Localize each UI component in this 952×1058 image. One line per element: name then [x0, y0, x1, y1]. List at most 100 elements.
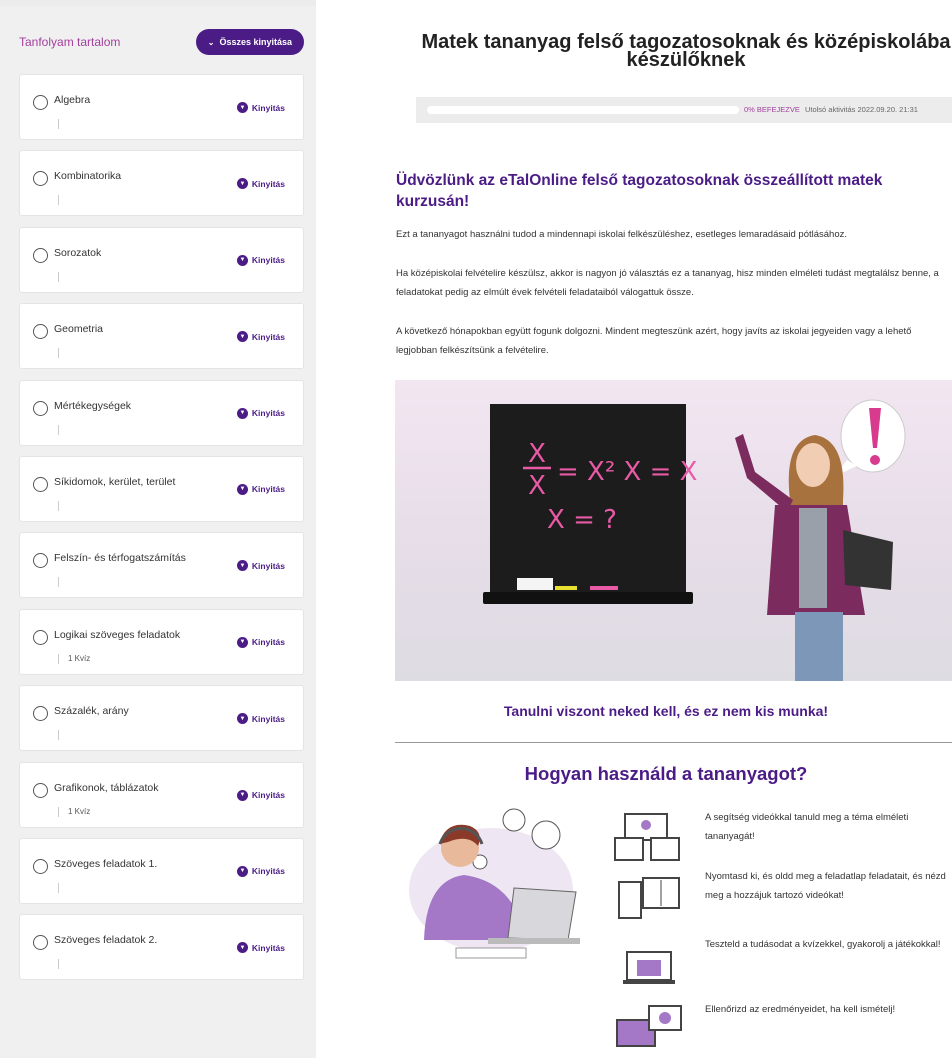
chalk-yellow [555, 586, 577, 590]
lesson-item[interactable]: Sorozatok ▼ Kinyitás [19, 226, 304, 293]
lesson-title[interactable]: Felszín- és térfogatszámítás [54, 552, 186, 564]
lesson-expand-label: Kinyitás [251, 331, 285, 342]
graduation-cap-icon [502, 808, 526, 832]
lesson-title[interactable]: Mértékegységek [54, 400, 131, 412]
lesson-meta [58, 119, 68, 129]
lesson-item[interactable]: Százalék, arány ▼ Kinyitás [19, 685, 304, 752]
lesson-expand-label: Kinyitás [251, 102, 285, 113]
lesson-status-radio[interactable] [33, 247, 48, 263]
sidebar-header: Tanfolyam tartalom ⌄ Összes kinyitása [0, 6, 316, 56]
expand-all-button[interactable]: ⌄ Összes kinyitása [195, 29, 304, 55]
lesson-status-radio[interactable] [33, 324, 48, 340]
lesson-expand-button[interactable]: ▼ Kinyitás [236, 102, 285, 113]
lesson-expand-button[interactable]: ▼ Kinyitás [236, 331, 285, 343]
page-title: Matek tananyag felső tagozatosoknak és k… [421, 31, 951, 71]
lesson-expand-button[interactable]: ▼ Kinyitás [236, 407, 285, 419]
lesson-expand-button[interactable]: ▼ Kinyitás [236, 713, 285, 725]
lesson-item[interactable]: Síkidomok, kerület, terület ▼ Kinyitás [19, 455, 304, 522]
lesson-title[interactable]: Szöveges feladatok 1. [54, 858, 157, 870]
howto-step: A segítség videókkal tanuld meg a téma e… [705, 812, 909, 842]
lesson-status-radio[interactable] [33, 706, 48, 722]
video-thumb-icon [614, 837, 644, 861]
chevron-down-icon: ⌄ [207, 37, 215, 47]
howto-heading: Hogyan használd a tananyagot? [524, 763, 808, 784]
quiz-envelope-icon [637, 960, 661, 976]
chevron-down-icon: ▼ [236, 942, 248, 954]
howto-step-icons [614, 813, 682, 1047]
section-divider [395, 742, 952, 743]
lesson-title[interactable]: Logikai szöveges feladatok [54, 629, 180, 641]
intro-paragraph: Ezt a tananyagot használni tudod a minde… [396, 229, 848, 240]
alert-badge-icon [659, 1012, 671, 1024]
expand-all-label: Összes kinyitása [219, 37, 292, 47]
lesson-expand-button[interactable]: ▼ Kinyitás [236, 560, 285, 572]
lesson-status-radio[interactable] [33, 935, 48, 951]
lesson-item[interactable]: Grafikonok, táblázatok 1 Kvíz ▼ Kinyitás [19, 761, 304, 828]
lesson-status-radio[interactable] [33, 782, 48, 798]
lightbulb-icon [531, 820, 561, 850]
lesson-status-radio[interactable] [33, 858, 48, 874]
lesson-item[interactable]: Szöveges feladatok 1. ▼ Kinyitás [19, 837, 304, 904]
quiz-base [623, 980, 675, 984]
lesson-status-radio[interactable] [33, 95, 48, 110]
lesson-item[interactable]: Szöveges feladatok 2. ▼ Kinyitás [19, 914, 304, 981]
progress-track [427, 106, 739, 114]
exclamation-dot [870, 455, 880, 465]
chevron-down-icon: ▼ [236, 178, 248, 190]
lesson-title[interactable]: Szöveges feladatok 2. [54, 934, 157, 946]
lesson-expand-button[interactable]: ▼ Kinyitás [236, 178, 285, 190]
lesson-expand-button[interactable]: ▼ Kinyitás [236, 789, 285, 801]
eraser [517, 578, 553, 590]
lesson-item[interactable]: Mértékegységek ▼ Kinyitás [19, 379, 304, 446]
lesson-meta [58, 500, 68, 511]
lesson-item[interactable]: Felszín- és térfogatszámítás ▼ Kinyitás [19, 532, 304, 599]
howto-illustration [396, 800, 614, 970]
lesson-status-radio[interactable] [33, 400, 48, 416]
lesson-title[interactable]: Százalék, arány [54, 705, 129, 717]
formula-denominator: X [528, 471, 546, 501]
student-chalkboard-illustration: X X = X² X = X X = ? [483, 399, 906, 681]
lesson-expand-label: Kinyitás [251, 866, 285, 877]
lesson-expand-label: Kinyitás [251, 942, 285, 953]
lesson-status-radio[interactable] [33, 629, 48, 645]
student-laptop-illustration [409, 808, 580, 959]
lesson-title[interactable]: Algebra [54, 94, 90, 106]
laptop-base [488, 938, 580, 944]
lesson-item[interactable]: Logikai szöveges feladatok 1 Kvíz ▼ Kinyi… [19, 608, 304, 675]
lesson-expand-button[interactable]: ▼ Kinyitás [236, 483, 285, 495]
lesson-title[interactable]: Síkidomok, kerület, terület [54, 476, 175, 488]
lesson-title[interactable]: Grafikonok, táblázatok [54, 782, 158, 794]
intro-paragraph: A következő hónapokban együtt fogunk dol… [396, 326, 912, 356]
howto-step: Nyomtasd ki, és oldd meg a feladatlap fe… [705, 871, 946, 901]
lesson-expand-button[interactable]: ▼ Kinyitás [236, 636, 285, 648]
chevron-down-icon: ▼ [236, 254, 248, 266]
lesson-meta [58, 195, 68, 206]
lesson-meta [58, 577, 68, 588]
formula-line-2: X = ? [547, 505, 617, 535]
lesson-expand-button[interactable]: ▼ Kinyitás [236, 942, 285, 954]
lesson-title[interactable]: Geometria [54, 323, 103, 335]
chevron-down-icon: ▼ [236, 483, 248, 495]
welcome-heading: Üdvözlünk az eTalOnline felső tagozatoso… [396, 172, 883, 210]
lesson-expand-label: Kinyitás [251, 484, 285, 495]
student-top [799, 508, 827, 608]
last-activity: Utolsó aktivitás 2022.09.20. 21:31 [804, 105, 918, 114]
laptop-icon [507, 887, 577, 941]
lesson-status-radio[interactable] [33, 171, 48, 187]
lesson-meta [58, 424, 68, 435]
lesson-status-radio[interactable] [33, 476, 48, 492]
lesson-expand-button[interactable]: ▼ Kinyitás [236, 254, 285, 266]
lesson-expand-button[interactable]: ▼ Kinyitás [236, 865, 285, 877]
lesson-item[interactable]: Kombinatorika ▼ Kinyitás [19, 150, 304, 217]
lesson-meta [58, 959, 68, 970]
hero-image: X X = X² X = X X = ? [395, 380, 952, 681]
lesson-meta [58, 271, 68, 282]
lesson-title[interactable]: Sorozatok [54, 247, 101, 259]
lesson-title[interactable]: Kombinatorika [54, 170, 121, 182]
lesson-item[interactable]: Geometria ▼ Kinyitás [19, 303, 304, 370]
chalkboard [490, 404, 686, 592]
lesson-status-radio[interactable] [33, 553, 48, 569]
notebook [455, 947, 527, 959]
lesson-meta [58, 730, 68, 741]
lesson-item[interactable]: Algebra ▼ Kinyitás [19, 74, 304, 140]
